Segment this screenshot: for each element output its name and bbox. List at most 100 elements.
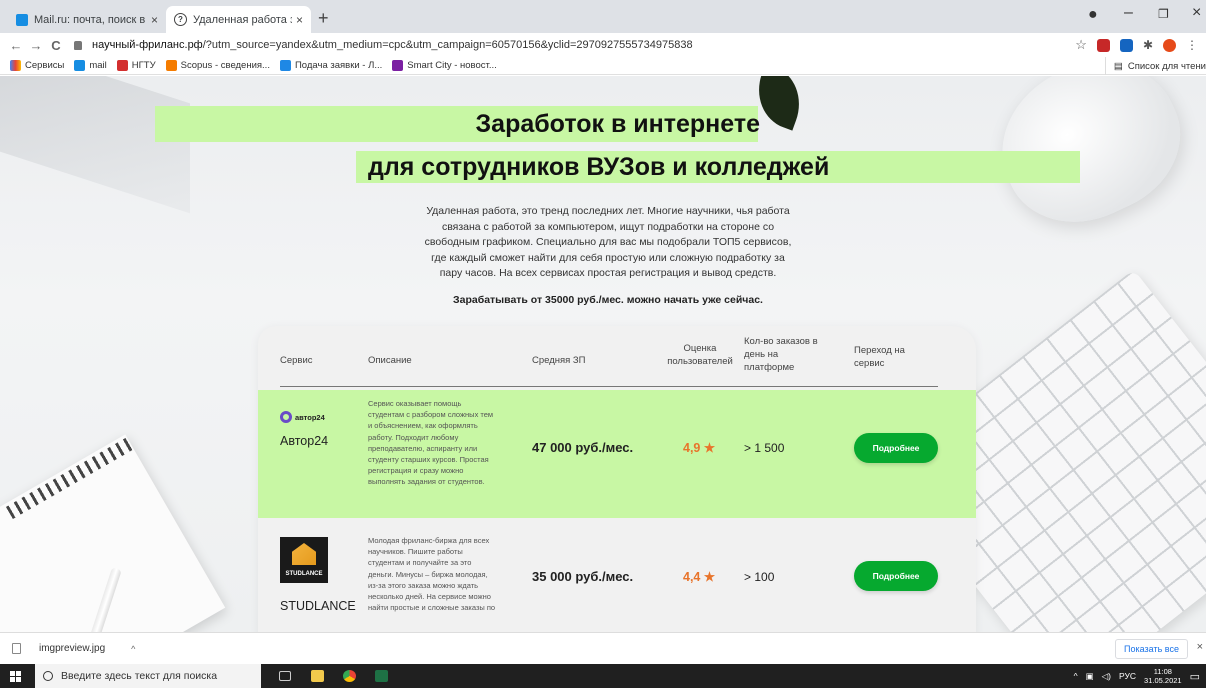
close-window-button[interactable]: × bbox=[1192, 4, 1201, 22]
url-field[interactable]: научный-фриланс.рф/?utm_source=yandex&ut… bbox=[92, 39, 693, 51]
application-icon bbox=[279, 60, 291, 71]
bookmark-smartcity[interactable]: Smart City - новост... bbox=[392, 60, 497, 71]
intro-callout: Зарабатывать от 35000 руб./мес. можно на… bbox=[453, 294, 763, 306]
apps-grid-icon bbox=[10, 60, 21, 71]
bookmark-label: Smart City - новост... bbox=[407, 60, 497, 71]
browser-tab-bar: Mail.ru: почта, поиск в интерне × ? Удал… bbox=[0, 0, 1206, 33]
lock-icon[interactable] bbox=[74, 40, 82, 50]
bookmark-label: Сервисы bbox=[25, 60, 65, 71]
table-header: Сервис Описание Средняя ЗП Оценка пользо… bbox=[258, 326, 976, 388]
logo-text: автор24 bbox=[295, 412, 325, 422]
bookmark-ngtu[interactable]: НГТУ bbox=[116, 60, 156, 71]
bookmark-star-icon[interactable]: ☆ bbox=[1075, 37, 1087, 53]
search-icon bbox=[43, 671, 53, 681]
taskbar-chrome[interactable] bbox=[335, 664, 363, 688]
network-icon[interactable]: ▣ bbox=[1086, 671, 1094, 682]
back-button[interactable]: ← bbox=[6, 38, 26, 53]
close-icon[interactable]: × bbox=[1197, 641, 1203, 653]
tab-mail[interactable]: Mail.ru: почта, поиск в интерне × bbox=[8, 6, 166, 33]
service-name: STUDLANCE bbox=[280, 599, 356, 613]
logo-text: STUDLANCE bbox=[285, 571, 323, 577]
avtor24-logo: автор24 bbox=[280, 410, 346, 424]
puzzle-icon[interactable]: ✱ bbox=[1143, 38, 1153, 52]
smartcity-icon bbox=[392, 60, 404, 71]
avatar[interactable] bbox=[1163, 38, 1176, 52]
taskbar-explorer[interactable] bbox=[303, 664, 331, 688]
reading-list-icon: ▤ bbox=[1113, 60, 1123, 72]
header-service: Сервис bbox=[280, 355, 313, 366]
excel-icon bbox=[374, 670, 388, 682]
bookmark-mail[interactable]: mail bbox=[74, 60, 107, 71]
header-orders: Кол-во заказов в день на платформе bbox=[744, 336, 818, 373]
bookmark-scopus[interactable]: Scopus - сведения... bbox=[165, 60, 270, 71]
bookmark-application[interactable]: Подача заявки - Л... bbox=[279, 60, 383, 71]
extension-icon[interactable] bbox=[1119, 38, 1133, 52]
clock[interactable]: 11:08 31.05.2021 bbox=[1144, 667, 1182, 685]
search-placeholder: Введите здесь текст для поиска bbox=[61, 670, 218, 682]
language-indicator[interactable]: РУС bbox=[1119, 671, 1136, 681]
bookmark-apps[interactable]: Сервисы bbox=[10, 60, 64, 71]
background-notepad bbox=[0, 434, 226, 632]
bookmark-label: НГТУ bbox=[131, 60, 156, 71]
page-viewport[interactable]: Заработок в интернете для сотрудников ВУ… bbox=[0, 76, 1206, 632]
tray-chevron-icon[interactable]: ^ bbox=[1074, 671, 1078, 681]
page-title-line2: для сотрудников ВУЗов и колледжей bbox=[368, 153, 830, 181]
service-salary: 35 000 руб./мес. bbox=[532, 569, 634, 584]
table-row: STUDLANCE STUDLANCE Молодая фриланс-бирж… bbox=[258, 519, 976, 632]
service-orders: > 1 500 bbox=[744, 441, 785, 455]
chevron-up-icon[interactable]: ^ bbox=[131, 644, 135, 654]
extensions-area: ☆ ✱ ⋮ bbox=[1075, 37, 1198, 53]
bookmarks-bar: Сервисы mail НГТУ Scopus - сведения... П… bbox=[0, 57, 1206, 75]
extension-icon[interactable] bbox=[1096, 38, 1110, 52]
show-all-button[interactable]: Показать все bbox=[1115, 639, 1188, 659]
close-tab-icon[interactable]: × bbox=[151, 13, 158, 27]
new-tab-button[interactable]: + bbox=[318, 8, 329, 29]
task-view-button[interactable] bbox=[271, 664, 299, 688]
system-tray: ^ ▣ ◁) РУС 11:08 31.05.2021 ▭ bbox=[1074, 664, 1200, 688]
profile-icon[interactable]: ● bbox=[1088, 6, 1098, 24]
start-button[interactable] bbox=[0, 664, 30, 688]
windows-taskbar: Введите здесь текст для поиска ^ ▣ ◁) РУ… bbox=[0, 664, 1206, 688]
service-rating: 4,4 ★ bbox=[683, 570, 716, 584]
chrome-icon bbox=[342, 670, 356, 682]
details-button[interactable]: Подробнее bbox=[854, 561, 938, 591]
maximize-button[interactable]: ❐ bbox=[1158, 7, 1169, 21]
taskbar-excel[interactable] bbox=[367, 664, 395, 688]
service-rating: 4,9 ★ bbox=[683, 441, 716, 455]
forward-button[interactable]: → bbox=[26, 38, 46, 53]
tab-title: Mail.ru: почта, поиск в интерне bbox=[34, 13, 147, 26]
close-tab-icon[interactable]: × bbox=[296, 13, 303, 27]
minimize-button[interactable]: – bbox=[1124, 4, 1133, 22]
windows-logo-icon bbox=[9, 670, 21, 682]
task-view-icon bbox=[279, 671, 291, 681]
services-table: Сервис Описание Средняя ЗП Оценка пользо… bbox=[258, 326, 976, 632]
header-description: Описание bbox=[368, 355, 412, 366]
download-item[interactable]: imgpreview.jpg bbox=[39, 643, 105, 654]
reading-list-button[interactable]: ▤ Список для чтени bbox=[1104, 57, 1206, 75]
header-rating: Оценка пользователей bbox=[667, 343, 733, 367]
details-button[interactable]: Подробнее bbox=[854, 433, 938, 463]
bookmark-label: Подача заявки - Л... bbox=[294, 60, 383, 71]
url-path: /?utm_source=yandex&utm_medium=cpc&utm_c… bbox=[202, 39, 693, 51]
volume-icon[interactable]: ◁) bbox=[1102, 671, 1111, 682]
menu-icon[interactable]: ⋮ bbox=[1186, 38, 1198, 52]
clock-time: 11:08 bbox=[1153, 667, 1172, 676]
service-name: Автор24 bbox=[280, 434, 329, 448]
tab-active[interactable]: ? Удаленная работа за компьюте × bbox=[166, 6, 311, 33]
page-title-line1: Заработок в интернете bbox=[475, 110, 761, 138]
table-row: автор24 Автор24 Сервис оказывает помощь … bbox=[258, 390, 976, 518]
avtor24-ring-icon bbox=[280, 411, 292, 423]
header-link: Переход на сервис bbox=[854, 345, 905, 369]
taskbar-search[interactable]: Введите здесь текст для поиска bbox=[35, 664, 261, 688]
service-description: Сервис оказывает помощь студентам с разб… bbox=[368, 399, 494, 487]
clock-date: 31.05.2021 bbox=[1144, 676, 1182, 685]
reload-button[interactable]: C bbox=[46, 38, 66, 53]
notifications-icon[interactable]: ▭ bbox=[1190, 670, 1200, 683]
intro-text: Удаленная работа, это тренд последних ле… bbox=[424, 205, 792, 279]
header-salary: Средняя ЗП bbox=[532, 355, 586, 366]
service-orders: > 100 bbox=[744, 570, 775, 584]
service-description: Молодая фриланс-биржа для всех научников… bbox=[368, 536, 496, 613]
tab-title: Удаленная работа за компьюте bbox=[193, 13, 292, 26]
site-favicon-icon: ? bbox=[174, 13, 187, 26]
header-divider bbox=[280, 386, 938, 387]
